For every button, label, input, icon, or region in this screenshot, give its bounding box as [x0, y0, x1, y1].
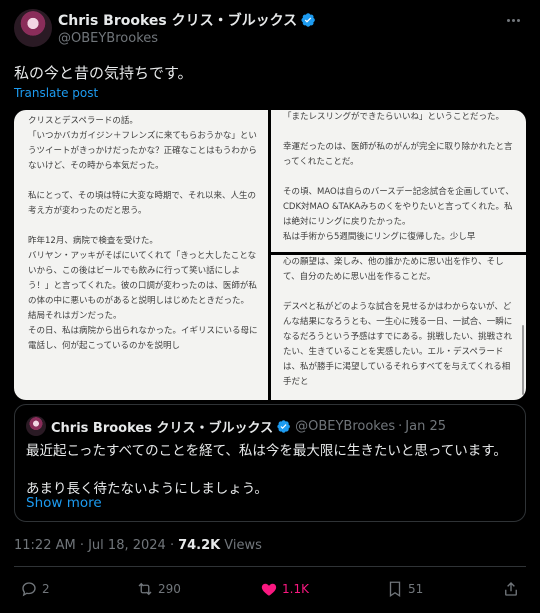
action-bar: 2 290 1.1K 51	[14, 580, 526, 604]
repost-count: 290	[158, 582, 181, 596]
quoted-text-line-1: 最近起こったすべてのことを経て、私は今を最大限に生きたいと思っています。	[26, 443, 507, 459]
image-right-bottom-text: 心の願望は、楽しみ、他の誰かために思い出を作り、そして、自分のために思い出を作る…	[283, 257, 513, 387]
share-icon	[505, 582, 517, 596]
quoted-date: Jan 25	[405, 418, 446, 434]
post-image-right-bottom[interactable]: 心の願望は、楽しみ、他の誰かために思い出を作り、そして、自分のために思い出を作る…	[271, 255, 526, 400]
post-text: 私の今と昔の気持ちです。	[14, 64, 193, 82]
quoted-verified-badge-icon	[277, 419, 291, 433]
quoted-text-line-2: あまり長く待たないようにしましょう。	[26, 481, 268, 497]
quoted-author-handle: @OBEYBrookes	[295, 418, 396, 434]
quoted-separator: ·	[398, 418, 403, 434]
image-scroll-indicator	[522, 325, 524, 395]
post-meta: 11:22 AM · Jul 18, 2024 · 74.2K Views	[14, 538, 262, 553]
views-label: Views	[224, 538, 262, 553]
image-left-text: クリスとデスペラードの話。 「いつかバカガイジン＋フレンズに来てもらおうかな」と…	[28, 116, 258, 351]
bookmark-button[interactable]: 51	[386, 580, 423, 598]
quoted-author-avatar	[26, 416, 46, 436]
share-button[interactable]	[502, 580, 520, 598]
repost-button[interactable]: 290	[136, 580, 181, 598]
reply-button[interactable]: 2	[20, 580, 50, 598]
post-image-left[interactable]: クリスとデスペラードの話。 「いつかバカガイジン＋フレンズに来てもらおうかな」と…	[14, 110, 268, 400]
quoted-post-header: Chris Brookes クリス・ブルックス @OBEYBrookes · J…	[51, 416, 446, 436]
author-handle[interactable]: @OBEYBrookes	[58, 31, 158, 46]
reply-count: 2	[42, 582, 50, 596]
verified-badge-icon	[301, 13, 316, 27]
quoted-author-name: Chris Brookes クリス・ブルックス	[51, 420, 274, 436]
repost-icon	[138, 582, 152, 596]
like-button[interactable]: 1.1K	[260, 580, 309, 598]
author-avatar[interactable]	[14, 9, 52, 47]
image-right-top-text: 「またレスリングができたらいいね」ということだった。 幸運だったのは、医師が私の…	[283, 112, 514, 242]
bookmark-count: 51	[408, 582, 424, 596]
heart-icon	[261, 583, 277, 596]
translate-post-link[interactable]: Translate post	[14, 86, 98, 100]
post-image-right-top[interactable]: 「またレスリングができたらいいね」ということだった。 幸運だったのは、医師が私の…	[271, 110, 526, 252]
author-name-line[interactable]: Chris Brookes クリス・ブルックス	[58, 11, 316, 29]
author-name[interactable]: Chris Brookes クリス・ブルックス	[58, 10, 297, 30]
actions-divider	[14, 566, 526, 567]
post-header: Chris Brookes クリス・ブルックス @OBEYBrookes	[14, 9, 526, 49]
quoted-post[interactable]: Chris Brookes クリス・ブルックス @OBEYBrookes · J…	[14, 404, 526, 522]
more-options-icon[interactable]	[504, 11, 522, 29]
post-image-grid[interactable]: クリスとデスペラードの話。 「いつかバカガイジン＋フレンズに来てもらおうかな」と…	[14, 110, 526, 400]
reply-icon	[22, 582, 36, 597]
like-count: 1.1K	[282, 582, 309, 596]
bookmark-icon	[389, 581, 401, 598]
views-count: 74.2K	[178, 538, 221, 553]
show-more-link[interactable]: Show more	[26, 495, 102, 511]
post-timestamp[interactable]: 11:22 AM · Jul 18, 2024 ·	[14, 538, 174, 553]
